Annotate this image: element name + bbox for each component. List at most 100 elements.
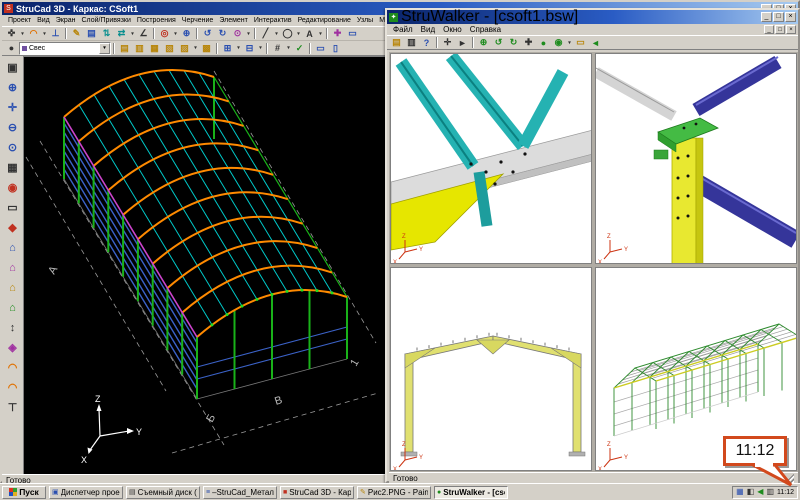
menu-edit[interactable]: Редактирование [295,17,354,24]
angle-icon[interactable]: ∠ [136,27,151,40]
copy-props-icon[interactable]: ▤ [84,27,99,40]
dropdown-arrow-icon[interactable]: ▾ [192,42,199,55]
sphere-icon[interactable]: ● [536,36,551,49]
tray-clock[interactable]: 11:12 [777,489,794,496]
menu-joints[interactable]: Узлы [354,17,376,24]
close-button[interactable]: × [785,12,796,22]
dropdown-arrow-icon[interactable]: ▾ [19,27,26,40]
model-green-icon[interactable]: ⌂ [3,298,22,317]
arc-upper-icon[interactable]: ◠ [3,358,22,377]
task-strucad-doc[interactable]: ≡ –StruCad_Металлокар... [203,486,277,499]
model-blue-icon[interactable]: ⌂ [3,238,22,257]
zoom-window-icon[interactable]: ⊕ [3,78,22,97]
menu-interactive[interactable]: Интерактив [251,17,295,24]
hatch-b-icon[interactable]: ▨ [177,42,192,55]
menu-help[interactable]: Справка [466,25,505,34]
layer-combo[interactable]: Свес ▾ [19,42,111,55]
line-icon[interactable]: ╱ [258,27,273,40]
model-canvas[interactable]: А Б В 1 [24,56,388,474]
dropdown-arrow-icon[interactable]: ▾ [235,42,242,55]
zoom-icon[interactable]: ⊕ [476,36,491,49]
task-struwalker[interactable]: ● StruWalker - [csoft1... [434,486,508,499]
menu-construct[interactable]: Построения [134,17,179,24]
move-icon[interactable]: ✜ [4,27,19,40]
rotate-cw-icon[interactable]: ↻ [215,27,230,40]
volume-tray-icon[interactable]: ◀ [757,488,763,496]
combo-dropdown-icon[interactable]: ▾ [99,43,110,54]
pick-icon[interactable]: ► [455,36,470,49]
zoom-out-icon[interactable]: ⊖ [3,118,22,137]
add-icon[interactable]: ✚ [521,36,536,49]
help-icon[interactable]: ? [419,36,434,49]
text-icon[interactable]: A [302,27,317,40]
dropdown-arrow-icon[interactable]: ▾ [172,27,179,40]
target-icon[interactable]: ◉ [3,178,22,197]
pan-icon[interactable]: ✛ [3,98,22,117]
hatch-c-icon[interactable]: ▩ [199,42,214,55]
node-up-icon[interactable]: ⇅ [99,27,114,40]
display-tray-icon[interactable]: ▦ [736,488,744,496]
measure-icon[interactable]: ↕ [3,318,22,337]
mark-icon[interactable]: ✚ [330,27,345,40]
surface-icon[interactable]: ▤ [117,42,132,55]
zoom-extents-icon[interactable]: ⊙ [3,138,22,157]
plate-icon[interactable]: ▥ [132,42,147,55]
grid-minus-icon[interactable]: ⊟ [242,42,257,55]
sketch-icon[interactable]: ✎ [69,27,84,40]
sphere-icon[interactable]: ● [4,42,19,55]
node-icon[interactable]: ◈ [3,338,22,357]
attach-icon[interactable]: ⊕ [179,27,194,40]
dropdown-arrow-icon[interactable]: ▾ [41,27,48,40]
mdi-close-button[interactable]: × [786,25,796,34]
numbering-icon[interactable]: # [270,42,285,55]
menu-file[interactable]: Файл [389,25,417,34]
orbit-left-icon[interactable]: ↺ [491,36,506,49]
model-yellow-icon[interactable]: ⌂ [3,278,22,297]
redraw-icon[interactable]: ▣ [3,58,22,77]
dropdown-arrow-icon[interactable]: ▾ [295,27,302,40]
level-icon[interactable]: ⊤ [3,398,22,417]
dropdown-arrow-icon[interactable]: ▾ [245,27,252,40]
dropdown-arrow-icon[interactable]: ▾ [257,42,264,55]
start-button[interactable]: Пуск [2,486,46,499]
menu-project[interactable]: Проект [5,17,34,24]
dropdown-arrow-icon[interactable]: ▾ [317,27,324,40]
orbit-icon[interactable]: ◠ [26,27,41,40]
screen-icon[interactable]: ▭ [3,198,22,217]
panel-icon[interactable]: ▯ [328,42,343,55]
hatch-a-icon[interactable]: ▧ [162,42,177,55]
circle-icon[interactable]: ◯ [280,27,295,40]
target-icon[interactable]: ◉ [551,36,566,49]
frame-icon[interactable]: ▭ [345,27,360,40]
menu-element[interactable]: Элемент [216,17,251,24]
ucs-icon[interactable]: ⊥ [48,27,63,40]
menu-view[interactable]: Вид [417,25,439,34]
table-icon[interactable]: ▭ [313,42,328,55]
shade-icon[interactable]: ⊙ [230,27,245,40]
menu-drafting[interactable]: Черчение [179,17,217,24]
menu-layer-snaps[interactable]: Слой/Привязки [78,17,133,24]
gem-icon[interactable]: ◆ [3,218,22,237]
check-icon[interactable]: ✓ [292,42,307,55]
viewport-connection-1[interactable]: Z Y X [390,53,592,264]
dropdown-arrow-icon[interactable]: ▾ [285,42,292,55]
task-strucad[interactable]: ■ StruCad 3D - Каркас: C... [280,486,354,499]
viewport-frame-elevation[interactable]: Z Y X [390,267,592,471]
rotate-ccw-icon[interactable]: ↺ [200,27,215,40]
walk-icon[interactable]: ◄ [588,36,603,49]
network-tray-icon[interactable]: ▥ [766,488,774,496]
task-project-manager[interactable]: ▣ Диспетчер проектов St... [49,486,123,499]
panel-icon[interactable]: ▭ [573,36,588,49]
dropdown-arrow-icon[interactable]: ▾ [273,27,280,40]
model-pink-icon[interactable]: ⌂ [3,258,22,277]
open-icon[interactable]: ▤ [389,36,404,49]
grid-plus-icon[interactable]: ⊞ [220,42,235,55]
dropdown-arrow-icon[interactable]: ▾ [129,27,136,40]
task-removable-disk[interactable]: ▤ Съемный диск (F:) [126,486,200,499]
device-tray-icon[interactable]: ◧ [747,488,755,496]
task-paint[interactable]: ✎ Рис2.PNG - Paint [357,486,431,499]
mdi-restore-button[interactable]: □ [775,25,785,34]
struwalker-titlebar[interactable]: ✦ StruWalker - [csoft1.bsw] _ □ × [387,10,798,24]
menu-window[interactable]: Окно [439,25,466,34]
maximize-button[interactable]: □ [773,12,784,22]
